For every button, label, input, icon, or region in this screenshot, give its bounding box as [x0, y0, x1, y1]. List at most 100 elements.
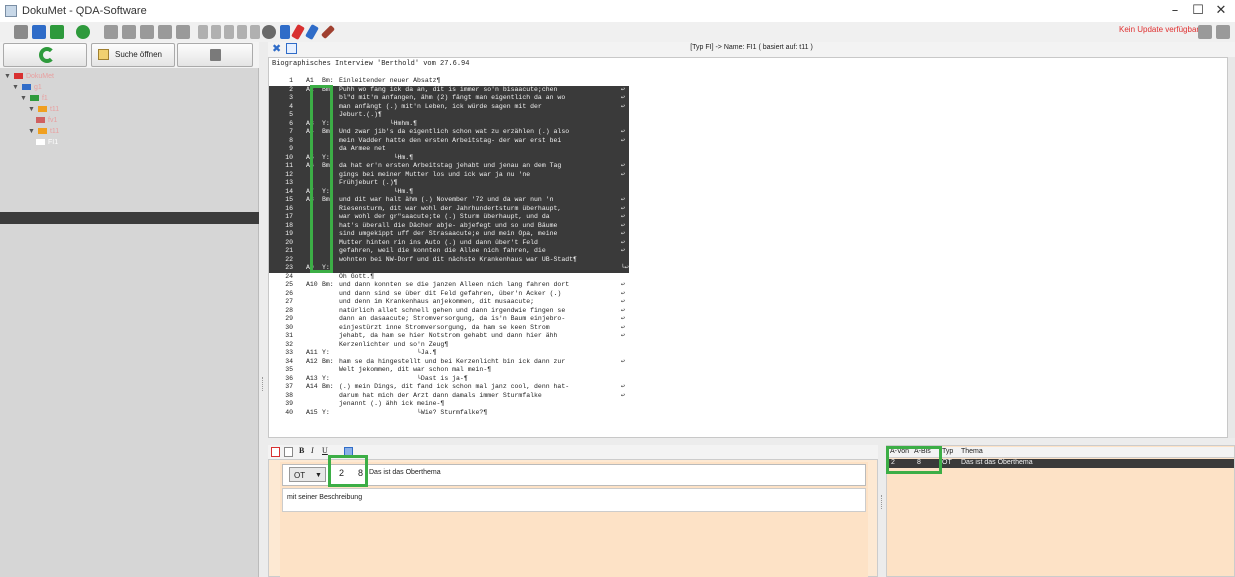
folder-icon-4[interactable]: [158, 25, 172, 39]
line-text: einjestürzt inne Stromversorgung, da ham…: [339, 323, 550, 331]
topic-description-field[interactable]: [282, 488, 866, 512]
line-number: 36: [285, 374, 293, 382]
line-break-mark: ↩: [621, 213, 625, 220]
update-status: Kein Update verfügbar: [1119, 25, 1200, 34]
line-break-mark: ↩: [621, 128, 625, 135]
line-number: 3: [289, 94, 293, 101]
splitter-grip[interactable]: [262, 377, 264, 391]
editor-scrollbar[interactable]: [1228, 57, 1235, 438]
line-number: 37: [285, 383, 293, 390]
transcript-line[interactable]: 38 darum hat mich der Arzt dann damals im…: [269, 392, 639, 401]
chevron-down-icon[interactable]: ▼: [20, 95, 27, 102]
line-number: 26: [285, 289, 293, 297]
update-icon[interactable]: [1216, 25, 1230, 39]
check-icon[interactable]: [76, 25, 90, 39]
transcript-line[interactable]: 31 jehabt, da ham se hier Notstrom gehabt…: [269, 332, 639, 341]
line-text: Jeburt.(.)¶: [339, 111, 382, 118]
topic-title-field[interactable]: Das ist das Oberthema: [369, 469, 441, 476]
line-number: 18: [285, 221, 293, 229]
paperclip-blue-icon[interactable]: [305, 23, 319, 41]
line-text: mein Vadder hatte den ersten Arbeitstag-…: [339, 136, 562, 144]
arrow-icon-3[interactable]: [224, 25, 234, 39]
line-break-mark: ↩: [621, 298, 625, 305]
gear-icon[interactable]: [262, 25, 276, 39]
speaker-label: Y:: [322, 374, 330, 382]
bold-button[interactable]: B: [299, 446, 304, 455]
transcript-line[interactable]: 39 jenannt (.) ähh ick meine-¶: [269, 400, 639, 409]
line-text: gings bei meiner Mutter los und ick war …: [339, 170, 531, 178]
transcript-editor[interactable]: Biographisches Interview 'Berthold' vom …: [268, 57, 1228, 438]
transcript-line[interactable]: 32 Kerzenlichter und so'n Zeug¶: [269, 341, 639, 350]
transcript-line[interactable]: 24 Oh Gott.¶: [269, 273, 639, 282]
pdf-icon[interactable]: [271, 447, 280, 457]
transcript-line[interactable]: 36 A13 Y: └Dast is ja-¶: [269, 375, 639, 384]
line-text: └Wie? Sturmfalke?¶: [339, 408, 488, 416]
transcript-line[interactable]: 30 einjestürzt inne Stromversorgung, da h…: [269, 324, 639, 333]
line-break-mark: ↩: [621, 102, 625, 110]
vertical-splitter[interactable]: [259, 42, 268, 577]
grid-icon[interactable]: [14, 25, 28, 39]
arrow-icon-2[interactable]: [211, 25, 221, 39]
chevron-down-icon[interactable]: ▼: [28, 128, 35, 135]
tree-item[interactable]: ▼ g1: [12, 83, 42, 93]
paperclip-red-icon[interactable]: [291, 23, 305, 41]
tree-item[interactable]: fv1: [36, 116, 57, 126]
transcript-line[interactable]: 35 Welt jekommen, dit war schon mal mein-…: [269, 366, 639, 375]
paragraph-id: A15: [306, 408, 318, 416]
folder-icon-1[interactable]: [104, 25, 118, 39]
transcript-line[interactable]: 37 A14 Bm: (.) mein Dings, dit fand ick sch…: [269, 383, 639, 392]
arrow-icon-5[interactable]: [250, 25, 260, 39]
line-number: 1: [289, 77, 293, 84]
transcript-line[interactable]: 40 A15 Y: └Wie? Sturmfalke?¶: [269, 409, 639, 418]
line-number: 23: [285, 264, 293, 271]
arrow-icon-4[interactable]: [237, 25, 247, 39]
user-icon[interactable]: [280, 25, 290, 39]
tree-item[interactable]: ▼ DokuMet: [4, 72, 54, 82]
transcript-line[interactable]: 28 natürlich allet schnell gehen und dann…: [269, 307, 639, 316]
download-icon[interactable]: [1198, 25, 1212, 39]
tree-item[interactable]: ▼ t11: [28, 105, 59, 115]
tree-item[interactable]: FI1: [36, 138, 58, 148]
topic-type-select[interactable]: OT ▼: [289, 467, 326, 482]
line-text: darum hat mich der Arzt dann damals imme…: [339, 391, 542, 399]
folder-icon-3[interactable]: [140, 25, 154, 39]
chevron-down-icon[interactable]: ▼: [12, 84, 19, 91]
italic-button[interactable]: I: [311, 446, 314, 455]
col-thema[interactable]: Thema: [961, 448, 983, 455]
close-button[interactable]: ✕: [1207, 2, 1235, 20]
bottom-splitter-grip[interactable]: [881, 495, 882, 509]
horizontal-splitter[interactable]: [268, 438, 1235, 445]
underline-button[interactable]: U: [322, 446, 328, 455]
line-text: ham se da hingestellt und bei Kerzenlich…: [339, 357, 566, 365]
paragraph-id: A11: [306, 349, 318, 356]
transcript-line[interactable]: 34 A12 Bm: ham se da hingestellt und bei Ke…: [269, 358, 639, 367]
tree-item[interactable]: ▼ f1: [20, 94, 48, 104]
search-button[interactable]: Suche öffnen: [91, 43, 175, 67]
import-button[interactable]: [177, 43, 253, 67]
folder-icon-5[interactable]: [176, 25, 190, 39]
chevron-down-icon[interactable]: ▼: [28, 106, 35, 113]
line-number: 30: [285, 323, 293, 331]
left-toolbar: Suche öffnen: [0, 42, 259, 68]
transcript-line[interactable]: 26 und dann sind se über dit Feld gefahre…: [269, 290, 639, 299]
transcript-line[interactable]: 33 A11 Y: └Ja.¶: [269, 349, 639, 358]
pen-icon[interactable]: [320, 24, 336, 40]
copy-icon[interactable]: [284, 447, 293, 457]
tree-item[interactable]: ▼ t11: [28, 127, 59, 137]
refresh-button[interactable]: [3, 43, 87, 67]
bottom-splitter[interactable]: [878, 445, 886, 577]
folder-icon-2[interactable]: [122, 25, 136, 39]
chevron-down-icon[interactable]: ▼: [4, 73, 11, 80]
transcript-line[interactable]: 25 A10 Bm: und dann konnten se die janzen A…: [269, 281, 639, 290]
line-break-mark: ↩: [621, 391, 625, 399]
arrow-icon-1[interactable]: [198, 25, 208, 39]
export-icon[interactable]: [50, 25, 64, 39]
line-text: Mutter hinten rin ins Auto (.) und dann …: [339, 238, 538, 246]
folder-icon: [13, 73, 23, 80]
transcript-line[interactable]: 27 und denn im Krankenhaus anjekommen, di…: [269, 298, 639, 307]
save-icon[interactable]: [32, 25, 46, 39]
transcript-line[interactable]: 29 dann an dasaacute; Stromversorgung, da…: [269, 315, 639, 324]
speaker-label: Y:: [322, 408, 330, 416]
col-typ[interactable]: Typ: [942, 448, 953, 455]
line-number: 29: [285, 315, 293, 322]
